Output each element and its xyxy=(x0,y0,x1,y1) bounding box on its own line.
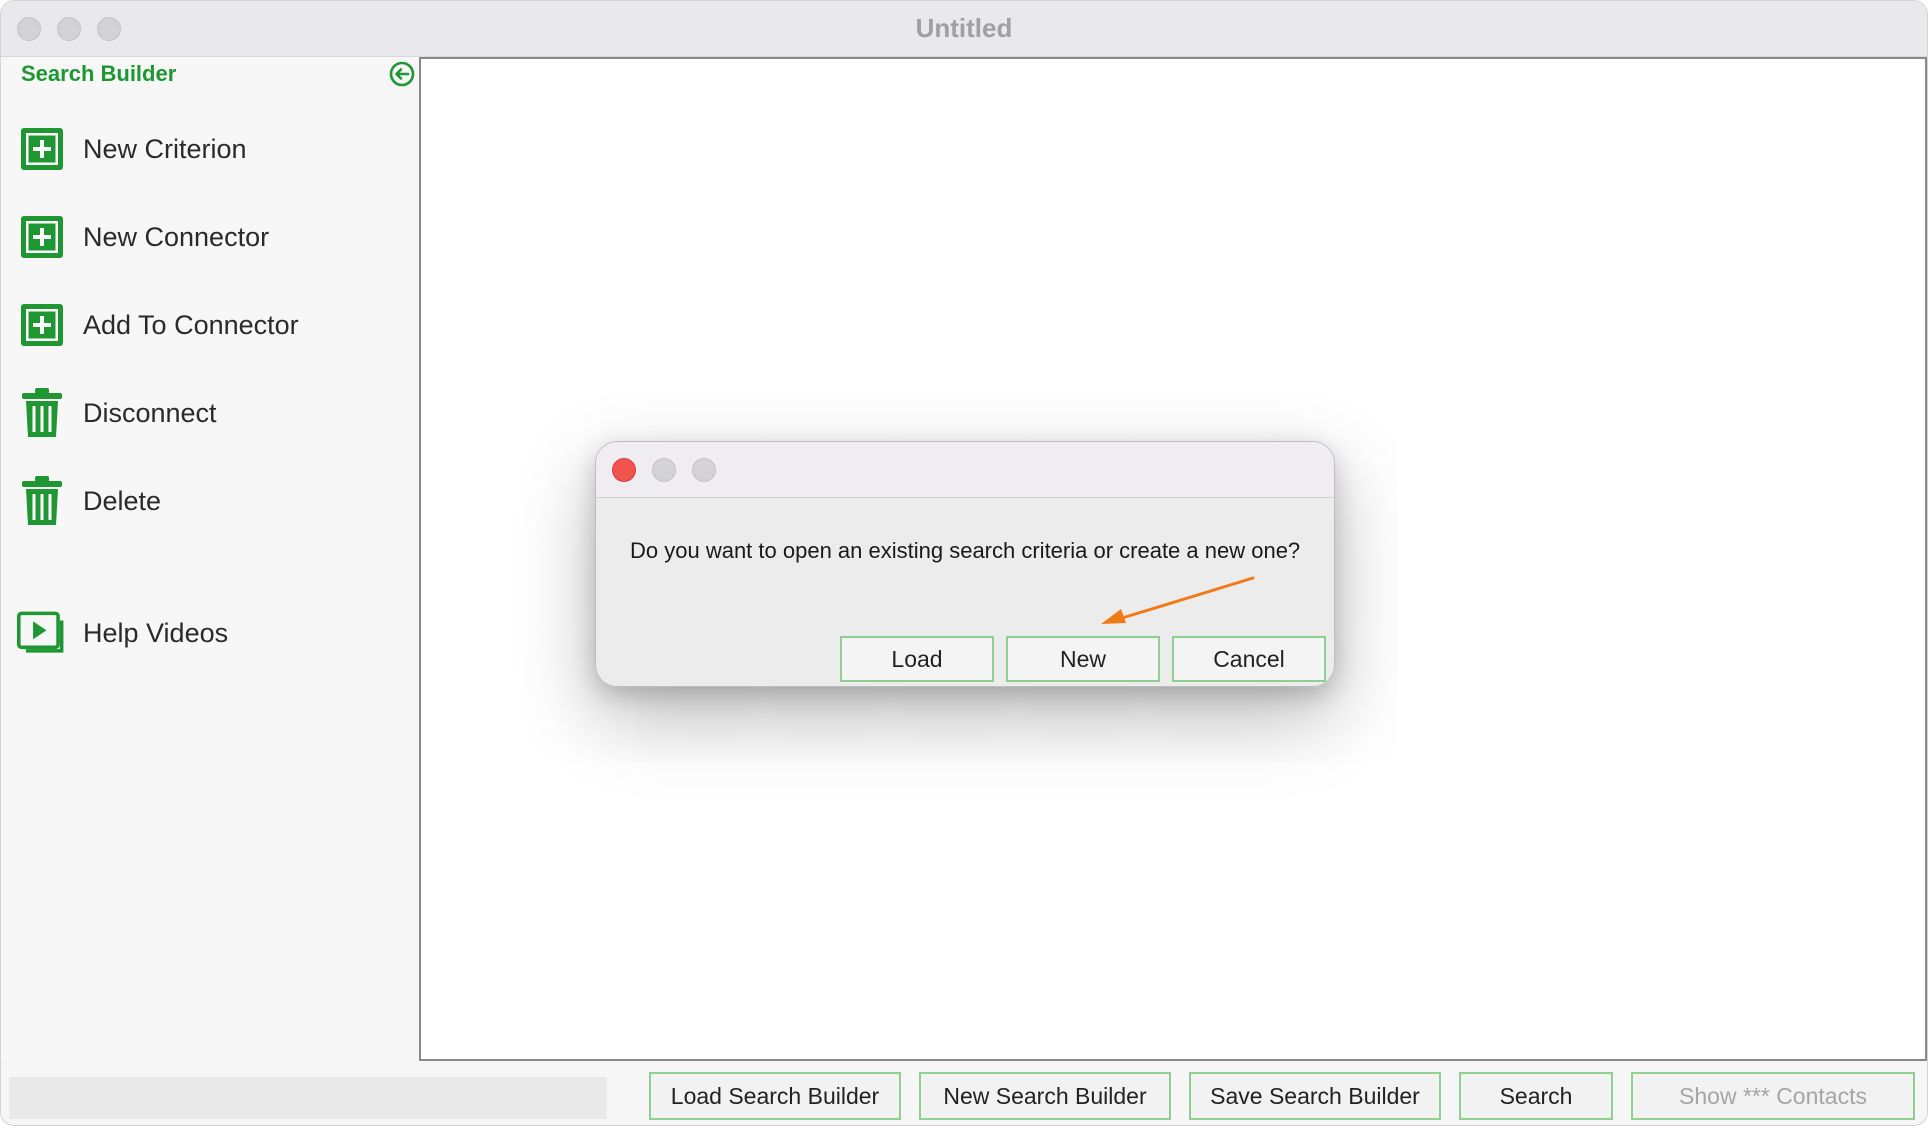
title-bar: Untitled xyxy=(1,1,1927,57)
plus-square-icon xyxy=(17,123,67,175)
load-search-builder-button[interactable]: Load Search Builder xyxy=(649,1072,901,1120)
search-button[interactable]: Search xyxy=(1459,1072,1613,1120)
dialog-close-button[interactable] xyxy=(612,458,636,482)
new-search-builder-button[interactable]: New Search Builder xyxy=(919,1072,1171,1120)
sidebar-item-label: New Criterion xyxy=(83,133,247,164)
sidebar-item-help-videos[interactable]: Help Videos xyxy=(17,605,397,661)
load-button[interactable]: Load xyxy=(840,636,994,682)
sidebar: Search Builder New Criterion New Connect… xyxy=(1,57,419,1061)
annotation-arrow-icon xyxy=(1101,576,1255,624)
sidebar-item-disconnect[interactable]: Disconnect xyxy=(17,385,397,441)
dialog-title-bar xyxy=(596,442,1334,498)
sidebar-item-label: Delete xyxy=(83,485,162,516)
new-button[interactable]: New xyxy=(1006,636,1160,682)
sidebar-item-add-to-connector[interactable]: Add To Connector xyxy=(17,297,397,353)
app-window: Untitled Search Builder New Criterion Ne… xyxy=(0,0,1928,1126)
cancel-button[interactable]: Cancel xyxy=(1172,636,1326,682)
sidebar-item-new-criterion[interactable]: New Criterion xyxy=(17,121,397,177)
window-title: Untitled xyxy=(915,13,1013,43)
sidebar-item-label: Help Videos xyxy=(83,617,229,648)
dialog-message: Do you want to open an existing search c… xyxy=(630,538,1301,563)
sidebar-item-new-connector[interactable]: New Connector xyxy=(17,209,397,265)
show-contacts-button[interactable]: Show *** Contacts xyxy=(1631,1072,1915,1120)
sidebar-header: Search Builder xyxy=(21,61,177,86)
plus-square-icon xyxy=(17,211,67,263)
trash-icon xyxy=(17,387,67,439)
sidebar-item-label: New Connector xyxy=(83,221,270,252)
plus-square-icon xyxy=(17,299,67,351)
open-or-new-dialog: Do you want to open an existing search c… xyxy=(595,441,1335,687)
status-field xyxy=(9,1077,607,1119)
sidebar-item-label: Add To Connector xyxy=(83,309,299,340)
dialog-minimize-button[interactable] xyxy=(652,458,676,482)
save-search-builder-button[interactable]: Save Search Builder xyxy=(1189,1072,1441,1120)
play-video-icon xyxy=(17,607,67,659)
trash-icon xyxy=(17,475,67,527)
sidebar-item-label: Disconnect xyxy=(83,397,217,428)
dialog-maximize-button[interactable] xyxy=(692,458,716,482)
sidebar-item-delete[interactable]: Delete xyxy=(17,473,397,529)
collapse-sidebar-icon[interactable] xyxy=(389,61,415,87)
